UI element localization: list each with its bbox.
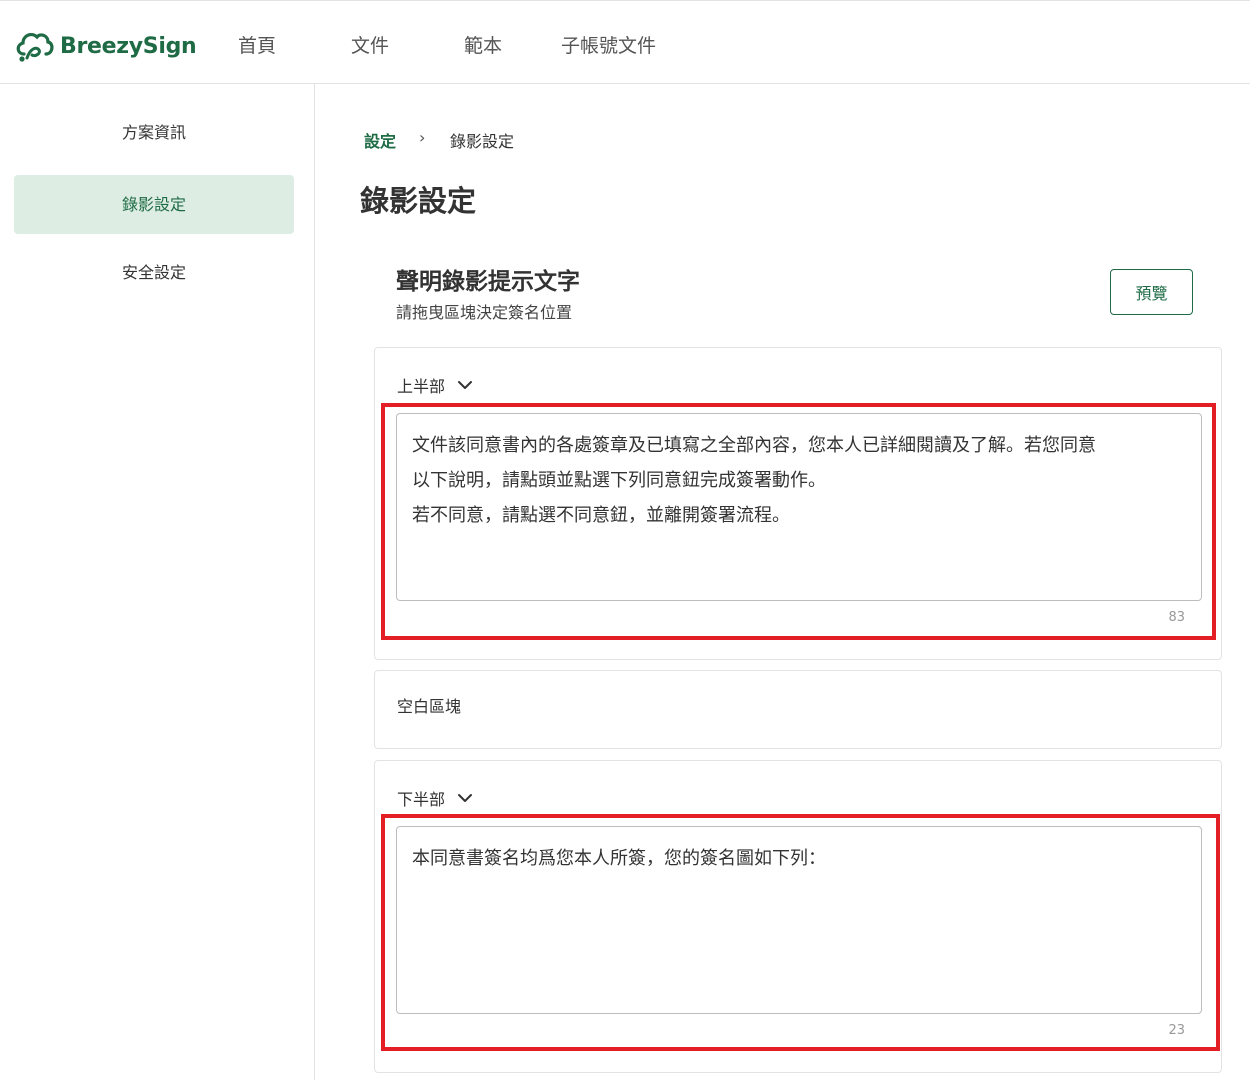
blank-block-label: 空白區塊 xyxy=(397,697,462,716)
lower-block-toggle[interactable]: 下半部 xyxy=(397,786,473,810)
breadcrumb-separator-icon: › xyxy=(419,128,426,147)
lower-block-label: 下半部 xyxy=(397,790,446,809)
lower-text-input[interactable]: 本同意書簽名均爲您本人所簽，您的簽名圖如下列： xyxy=(396,826,1202,1014)
section-subtitle: 請拖曳區塊決定簽名位置 xyxy=(396,303,573,322)
sidebar-item-plan-info[interactable]: 方案資訊 xyxy=(14,103,294,162)
blank-block[interactable]: 空白區塊 xyxy=(374,670,1222,749)
chevron-down-icon xyxy=(458,794,473,802)
breadcrumb-settings-link[interactable]: 設定 xyxy=(364,128,396,152)
preview-button[interactable]: 預覽 xyxy=(1110,269,1193,315)
page-title: 錄影設定 xyxy=(360,184,477,218)
sidebar-item-security-settings[interactable]: 安全設定 xyxy=(14,243,294,302)
top-navigation-bar: BreezySign 首頁 文件 範本 子帳號文件 xyxy=(0,0,1250,84)
nav-sub-account-documents[interactable]: 子帳號文件 xyxy=(561,31,656,58)
brand-name: BreezySign xyxy=(60,33,197,59)
cloud-sign-icon xyxy=(16,32,54,62)
upper-text-input[interactable]: 文件該同意書內的各處簽章及已填寫之全部內容，您本人已詳細閱讀及了解。若您同意 以… xyxy=(396,413,1202,601)
nav-templates[interactable]: 範本 xyxy=(464,31,502,58)
nav-home[interactable]: 首頁 xyxy=(238,31,276,58)
chevron-down-icon xyxy=(458,381,473,389)
lower-char-count: 23 xyxy=(1168,1023,1185,1038)
upper-block-toggle[interactable]: 上半部 xyxy=(397,373,473,397)
breadcrumb-current: 錄影設定 xyxy=(450,132,515,151)
nav-documents[interactable]: 文件 xyxy=(351,31,389,58)
brand-logo[interactable]: BreezySign xyxy=(14,28,197,64)
sidebar: 方案資訊 錄影設定 安全設定 xyxy=(0,84,315,1080)
sidebar-item-recording-settings[interactable]: 錄影設定 xyxy=(14,175,294,234)
section-title: 聲明錄影提示文字 xyxy=(396,269,580,295)
upper-block-label: 上半部 xyxy=(397,377,446,396)
upper-char-count: 83 xyxy=(1168,610,1185,625)
